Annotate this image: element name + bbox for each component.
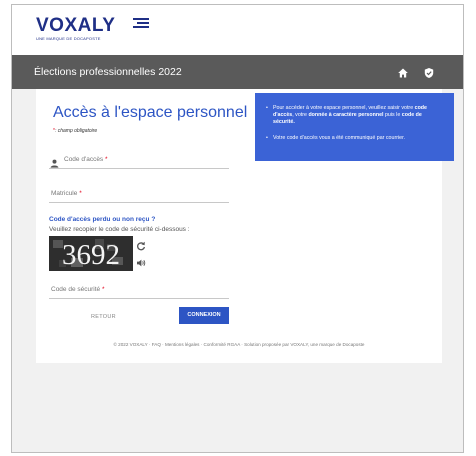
browser-frame: VOXALY UNE MARQUE DE DOCAPOSTE Élections… (11, 4, 464, 453)
shield-icon[interactable] (423, 66, 435, 78)
election-title: Élections professionnelles 2022 (34, 66, 182, 78)
connect-button[interactable]: CONNEXION (179, 307, 229, 324)
audio-captcha-icon[interactable] (136, 255, 146, 267)
home-icon[interactable] (397, 66, 409, 78)
voxaly-logo[interactable]: VOXALY UNE MARQUE DE DOCAPOSTE (36, 15, 149, 41)
logo-word: VOXALY (36, 15, 116, 36)
registration-number-field[interactable]: Matricule * (49, 185, 229, 203)
info-panel: Pour accéder à votre espace personnel, v… (255, 93, 454, 161)
page-header: Élections professionnelles 2022 (12, 55, 463, 89)
logo-lines-icon (133, 18, 149, 30)
logo-tagline: UNE MARQUE DE DOCAPOSTE (36, 36, 101, 41)
access-code-field[interactable]: Code d'accès * (49, 151, 229, 169)
top-bar: VOXALY UNE MARQUE DE DOCAPOSTE (12, 5, 463, 55)
access-code-label: Code d'accès * (64, 156, 108, 163)
security-code-field[interactable]: Code de sécurité * (49, 281, 229, 299)
refresh-captcha-icon[interactable] (136, 238, 146, 251)
page-title: Accès à l'espace personnel (53, 104, 248, 121)
user-icon (50, 155, 59, 168)
lost-code-link[interactable]: Code d'accès perdu ou non reçu ? (49, 216, 155, 223)
captcha-image: 3692 (49, 236, 133, 271)
info-bullet-instructions: Pour accéder à votre espace personnel, v… (266, 105, 444, 127)
info-bullet-mail: Votre code d'accès vous a été communiqué… (266, 135, 444, 142)
required-note: *: champ obligatoire (53, 128, 98, 134)
footer-links[interactable]: © 2022 VOXALY · FAQ · Mentions légales ·… (36, 342, 442, 347)
registration-number-label: Matricule * (51, 190, 82, 197)
captcha-instruction: Veuillez recopier le code de sécurité ci… (49, 226, 190, 233)
back-button[interactable]: RETOUR (91, 314, 116, 320)
captcha-text: 3692 (62, 239, 120, 271)
security-code-label: Code de sécurité * (51, 286, 105, 293)
